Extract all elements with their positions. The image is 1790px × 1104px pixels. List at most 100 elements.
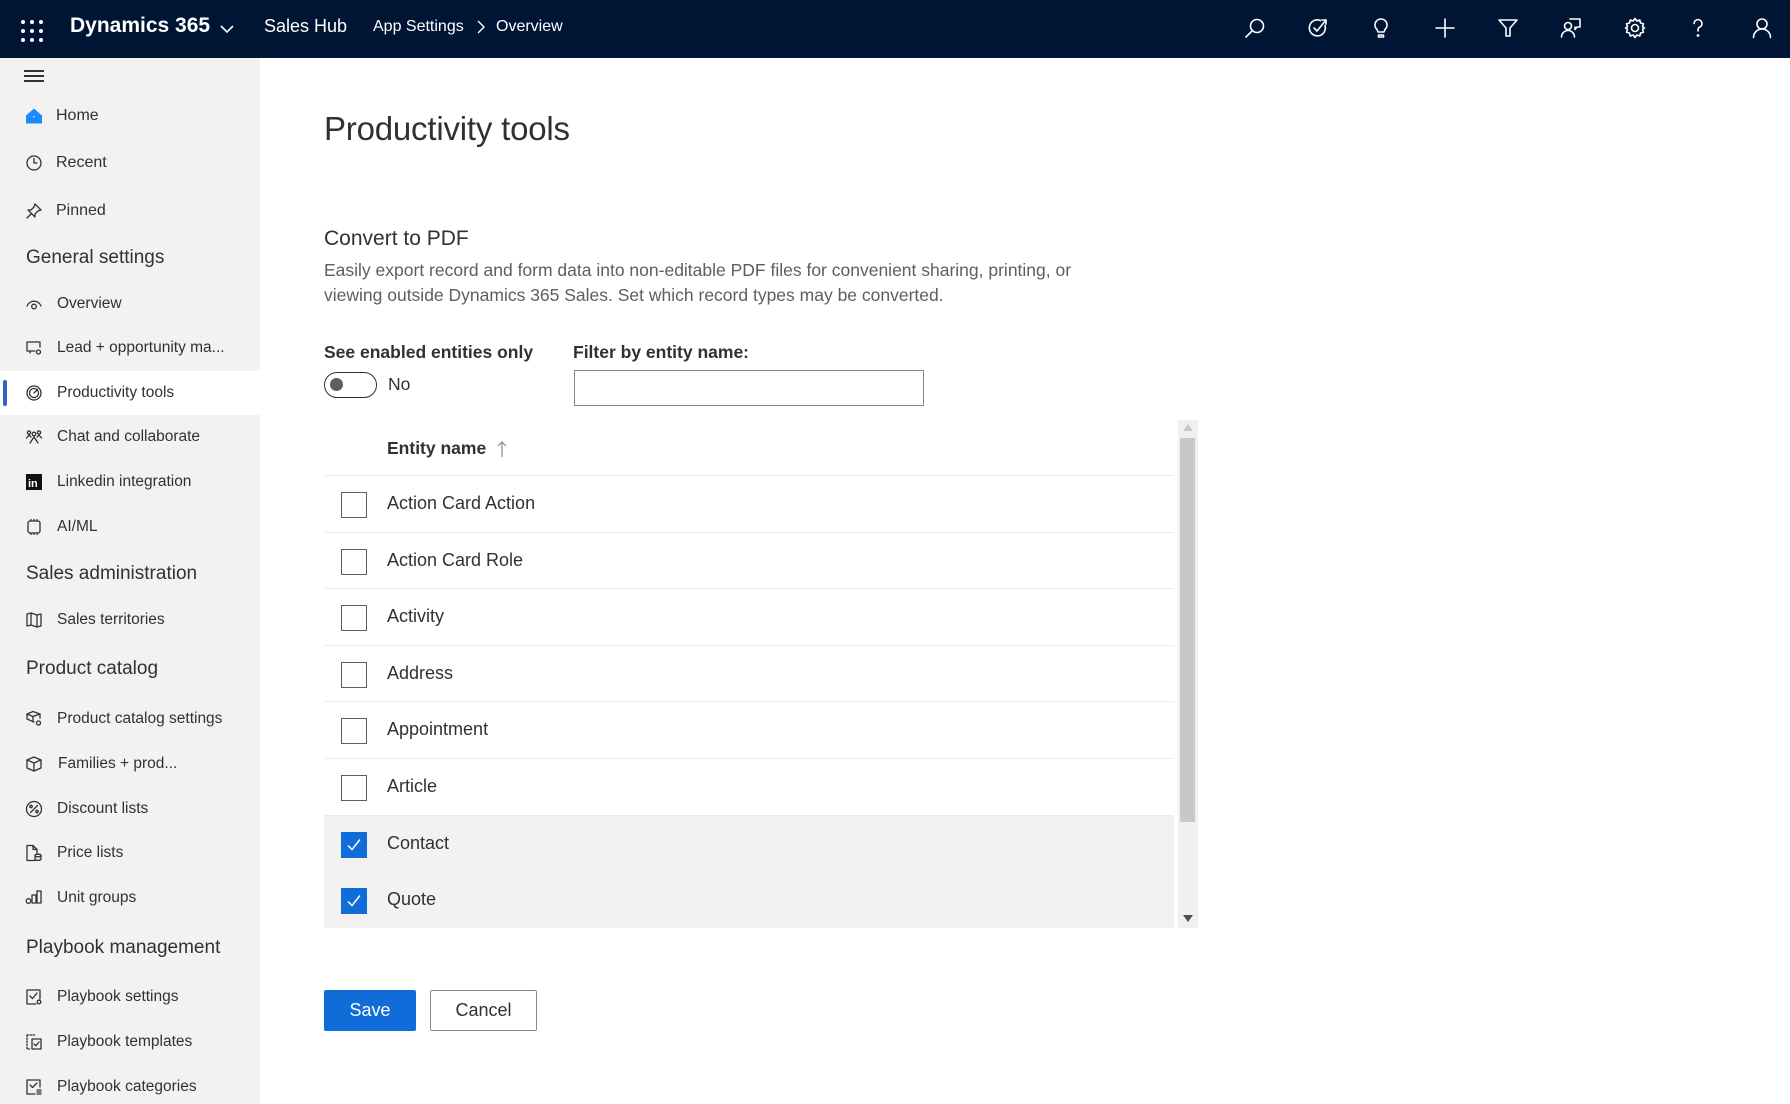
playbook-settings-icon — [24, 987, 44, 1007]
table-row[interactable]: Contact — [324, 815, 1174, 873]
breadcrumb-app-settings[interactable]: App Settings — [373, 18, 464, 36]
table-row[interactable]: Activity — [324, 589, 1174, 646]
task-icon[interactable] — [1303, 13, 1333, 43]
top-navigation-bar: Dynamics 365 Sales Hub App Settings Over… — [0, 0, 1790, 58]
gauge-icon — [24, 383, 44, 403]
sidebar-item-lead-opportunity[interactable]: Lead + opportunity ma... — [0, 326, 260, 370]
table-row[interactable]: Address — [324, 645, 1174, 703]
monitor-gear-icon — [24, 338, 44, 358]
add-icon[interactable] — [1430, 13, 1460, 43]
entity-name: Activity — [387, 606, 445, 627]
sidebar-item-productivity-tools[interactable]: Productivity tools — [0, 371, 260, 415]
toggle-knob — [330, 378, 343, 391]
group-general-settings: General settings — [26, 247, 165, 268]
grid-header: Entity name — [324, 420, 1174, 476]
sidebar-item-linkedin[interactable]: in Linkedin integration — [0, 460, 260, 504]
checkbox[interactable] — [341, 775, 367, 801]
sidebar-item-label: Recent — [56, 154, 107, 171]
checkbox[interactable] — [341, 492, 367, 518]
enabled-only-toggle[interactable] — [324, 372, 377, 398]
checkmark-icon — [347, 895, 361, 907]
chevron-right-icon — [477, 20, 485, 34]
save-button[interactable]: Save — [324, 990, 416, 1031]
assistant-icon[interactable] — [1556, 13, 1586, 43]
sidebar-item-label: Productivity tools — [57, 384, 175, 401]
section-title: Convert to PDF — [324, 227, 469, 250]
checkbox[interactable] — [341, 548, 367, 575]
filter-icon[interactable] — [1493, 13, 1523, 43]
filter-label: Filter by entity name: — [573, 342, 750, 362]
app-name[interactable]: Sales Hub — [264, 16, 347, 37]
sidebar-item-ai-ml[interactable]: AI/ML — [0, 505, 260, 549]
checkmark-icon — [347, 838, 361, 851]
sidebar-item-playbook-settings[interactable]: Playbook settings — [0, 975, 260, 1019]
box-icon — [24, 754, 44, 774]
entity-filter-input[interactable] — [574, 370, 924, 406]
checkbox[interactable] — [341, 661, 367, 688]
table-row[interactable]: Action Card Action — [324, 476, 1174, 533]
scroll-down-arrow-icon[interactable] — [1183, 915, 1193, 922]
hamburger-menu-icon[interactable] — [24, 68, 46, 84]
sidebar-item-discount-lists[interactable]: Discount lists — [0, 787, 260, 831]
toggle-state-text: No — [388, 374, 411, 394]
sidebar-item-label: Chat and collaborate — [57, 428, 201, 445]
sidebar-item-families-products[interactable]: Families + prod... — [0, 742, 260, 786]
section-description: Easily export record and form data into … — [324, 260, 1072, 305]
sidebar-item-overview[interactable]: Overview — [0, 282, 260, 326]
sidebar-item-sales-territories[interactable]: Sales territories — [0, 598, 260, 642]
price-list-icon — [24, 843, 44, 863]
sidebar-item-label: Discount lists — [57, 800, 149, 817]
search-icon[interactable] — [1240, 13, 1270, 43]
page-title: Productivity tools — [324, 110, 570, 147]
sidebar-item-price-lists[interactable]: Price lists — [0, 831, 260, 875]
sidebar-item-recent[interactable]: Recent — [0, 141, 260, 185]
sidebar-item-label: Product catalog settings — [57, 710, 223, 727]
sidebar-item-label: Price lists — [57, 844, 124, 861]
sidebar-item-label: Linkedin integration — [57, 473, 192, 490]
column-header-entity-name[interactable]: Entity name — [387, 438, 486, 459]
entity-name: Address — [387, 662, 454, 683]
percent-icon — [24, 799, 44, 819]
group-sales-administration: Sales administration — [26, 563, 198, 584]
people-icon — [24, 427, 44, 447]
user-icon[interactable] — [1747, 13, 1777, 43]
map-icon — [24, 610, 44, 630]
sidebar-item-unit-groups[interactable]: Unit groups — [0, 876, 260, 920]
sidebar-item-home[interactable]: Home — [0, 94, 260, 138]
sidebar-item-chat-collaborate[interactable]: Chat and collaborate — [0, 415, 260, 459]
scroll-up-arrow-icon[interactable] — [1183, 424, 1193, 431]
sidebar-item-playbook-templates[interactable]: Playbook templates — [0, 1020, 260, 1064]
table-row[interactable]: Action Card Role — [324, 532, 1174, 590]
box-gear-icon — [24, 709, 44, 729]
checkbox-checked[interactable] — [341, 888, 367, 915]
entity-name: Quote — [387, 889, 437, 910]
lightbulb-icon[interactable] — [1366, 13, 1396, 43]
brand-title[interactable]: Dynamics 365 — [70, 14, 210, 38]
settings-icon[interactable] — [1620, 13, 1650, 43]
grid-scrollbar[interactable] — [1178, 420, 1198, 928]
table-row[interactable]: Appointment — [324, 702, 1174, 759]
app-launcher-icon[interactable] — [16, 15, 44, 43]
checkbox[interactable] — [341, 718, 367, 745]
sidebar-item-label: AI/ML — [57, 518, 98, 535]
sidebar-item-label: Home — [56, 107, 99, 124]
table-row[interactable]: Quote — [324, 872, 1174, 928]
svg-text:in: in — [28, 478, 38, 490]
group-playbook-management: Playbook management — [26, 937, 221, 958]
sort-ascending-icon[interactable] — [496, 439, 508, 459]
chevron-down-icon[interactable] — [218, 20, 236, 38]
home-icon — [24, 106, 44, 126]
eye-icon — [24, 294, 44, 314]
sidebar-item-product-catalog-settings[interactable]: Product catalog settings — [0, 697, 260, 741]
sidebar-item-label: Playbook settings — [57, 988, 179, 1005]
help-icon[interactable] — [1683, 13, 1713, 43]
sidebar-item-playbook-categories[interactable]: Playbook categories — [0, 1065, 260, 1104]
sidebar-item-pinned[interactable]: Pinned — [0, 189, 260, 233]
checkbox-checked[interactable] — [341, 831, 367, 858]
checkbox[interactable] — [341, 605, 367, 632]
entity-grid: Entity name Action Card Action Action Car… — [324, 420, 1174, 928]
cancel-button[interactable]: Cancel — [430, 990, 537, 1031]
breadcrumb-overview[interactable]: Overview — [496, 18, 563, 36]
table-row[interactable]: Article — [324, 759, 1174, 816]
scroll-thumb[interactable] — [1180, 438, 1195, 822]
